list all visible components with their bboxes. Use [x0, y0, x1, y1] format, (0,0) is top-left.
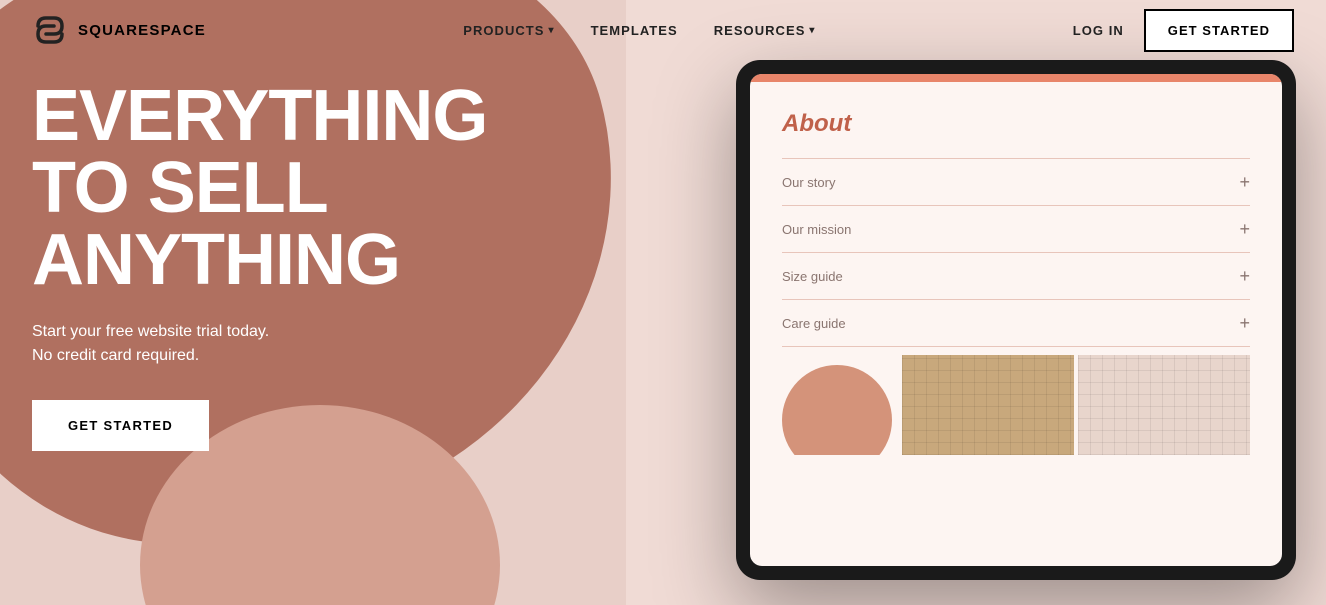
hero-subtext-line2: No credit card required.: [32, 347, 199, 364]
tablet-circle-image: [782, 365, 892, 455]
tablet-row-plus-2[interactable]: +: [1239, 267, 1250, 285]
tablet-screen: About Our story + Our mission + Size gui…: [750, 74, 1282, 566]
nav-products-label: PRODUCTS: [463, 23, 544, 38]
navbar: SQUARESPACE PRODUCTS ▾ TEMPLATES RESOURC…: [0, 0, 1326, 60]
hero-headline: EVERYTHING TO SELL ANYTHING: [32, 80, 472, 296]
tablet-row-label-2: Size guide: [782, 269, 843, 284]
tablet-bottom-images: [782, 355, 1250, 455]
tablet-grid-image-2: [1078, 355, 1250, 455]
tablet-row-2: Size guide +: [782, 253, 1250, 300]
nav-templates[interactable]: TEMPLATES: [591, 23, 678, 38]
logo-text: SQUARESPACE: [78, 22, 206, 39]
tablet-frame: About Our story + Our mission + Size gui…: [736, 60, 1296, 580]
tablet-row-0: Our story +: [782, 159, 1250, 206]
tablet-row-label-0: Our story: [782, 175, 835, 190]
tablet-row-3: Care guide +: [782, 300, 1250, 347]
nav-templates-label: TEMPLATES: [591, 23, 678, 38]
tablet-row-1: Our mission +: [782, 206, 1250, 253]
tablet-content: About Our story + Our mission + Size gui…: [750, 82, 1282, 566]
headline-line3: ANYTHING: [32, 220, 400, 300]
tablet-row-plus-1[interactable]: +: [1239, 220, 1250, 238]
hero-subtext: Start your free website trial today. No …: [32, 320, 472, 368]
headline-line2: TO SELL: [32, 148, 328, 228]
nav-resources[interactable]: RESOURCES ▾: [714, 23, 816, 38]
hero-subtext-line1: Start your free website trial today.: [32, 323, 269, 340]
navbar-right: LOG IN GET STARTED: [1073, 9, 1294, 52]
tablet-mockup: About Our story + Our mission + Size gui…: [736, 60, 1296, 580]
tablet-row-plus-0[interactable]: +: [1239, 173, 1250, 191]
tablet-row-label-1: Our mission: [782, 222, 851, 237]
nav-products[interactable]: PRODUCTS ▾: [463, 23, 554, 38]
navbar-center: PRODUCTS ▾ TEMPLATES RESOURCES ▾: [463, 23, 815, 38]
hero-section: SQUARESPACE PRODUCTS ▾ TEMPLATES RESOURC…: [0, 0, 1326, 605]
hero-get-started-button[interactable]: GET STARTED: [32, 400, 209, 451]
hero-content: EVERYTHING TO SELL ANYTHING Start your f…: [32, 80, 472, 451]
get-started-nav-button[interactable]: GET STARTED: [1144, 9, 1294, 52]
resources-chevron-icon: ▾: [809, 25, 815, 36]
nav-resources-label: RESOURCES: [714, 23, 806, 38]
tablet-top-bar: [750, 74, 1282, 82]
squarespace-logo-icon: [32, 12, 68, 48]
tablet-row-plus-3[interactable]: +: [1239, 314, 1250, 332]
login-button[interactable]: LOG IN: [1073, 23, 1124, 38]
headline-line1: EVERYTHING: [32, 76, 487, 156]
tablet-about-title: About: [782, 110, 1250, 138]
products-chevron-icon: ▾: [549, 25, 555, 36]
tablet-grid-image-1: [902, 355, 1074, 455]
tablet-row-label-3: Care guide: [782, 316, 846, 331]
navbar-logo-area: SQUARESPACE: [32, 12, 206, 48]
